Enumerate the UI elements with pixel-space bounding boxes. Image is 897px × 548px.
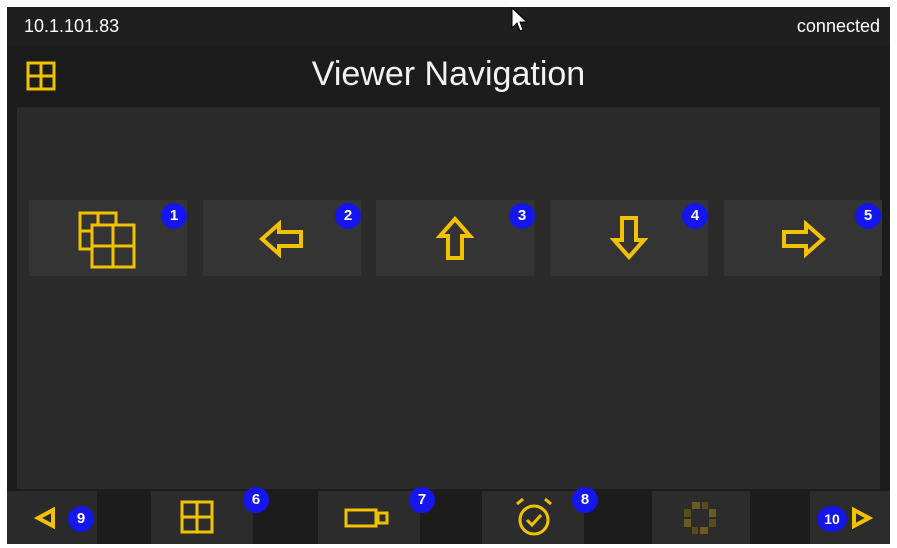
triangle-right-icon xyxy=(852,507,873,529)
grid-icon xyxy=(180,500,214,534)
layout-grid-button[interactable] xyxy=(151,491,253,544)
badge-8: 8 xyxy=(572,487,598,513)
arrow-left-icon xyxy=(259,220,303,258)
viewer-screen: 10.1.101.83 connected Viewer Navigation xyxy=(7,7,890,544)
badge-1: 1 xyxy=(161,203,187,229)
layered-grid-icon xyxy=(78,211,136,269)
camera-button[interactable] xyxy=(318,491,420,544)
triangle-left-icon xyxy=(34,507,55,529)
arrow-right-icon xyxy=(782,220,826,258)
badge-2: 2 xyxy=(335,203,361,229)
badge-6: 6 xyxy=(243,487,269,513)
page-title: Viewer Navigation xyxy=(311,55,586,93)
arrow-down-icon xyxy=(610,216,648,260)
navigation-panel: 1 2 3 4 5 xyxy=(17,107,882,489)
title-bar: Viewer Navigation xyxy=(7,45,890,107)
ip-address: 10.1.101.83 xyxy=(24,16,120,36)
status-bar: 10.1.101.83 connected xyxy=(7,7,890,45)
alarm-clock-icon xyxy=(516,497,552,536)
badge-7: 7 xyxy=(409,487,435,513)
connection-status: connected xyxy=(796,16,880,36)
badge-9: 9 xyxy=(68,506,94,532)
badge-10: 10 xyxy=(817,506,847,532)
camera-icon xyxy=(344,508,389,528)
bottom-toolbar: 9 6 7 8 10 xyxy=(7,487,890,544)
refresh-icon xyxy=(684,502,716,534)
badge-4: 4 xyxy=(682,203,708,229)
arrow-up-icon xyxy=(436,216,474,260)
refresh-button[interactable] xyxy=(652,491,750,544)
badge-5: 5 xyxy=(855,203,881,229)
badge-3: 3 xyxy=(509,203,535,229)
alarm-button[interactable] xyxy=(482,491,584,544)
mouse-pointer-icon xyxy=(511,7,529,33)
